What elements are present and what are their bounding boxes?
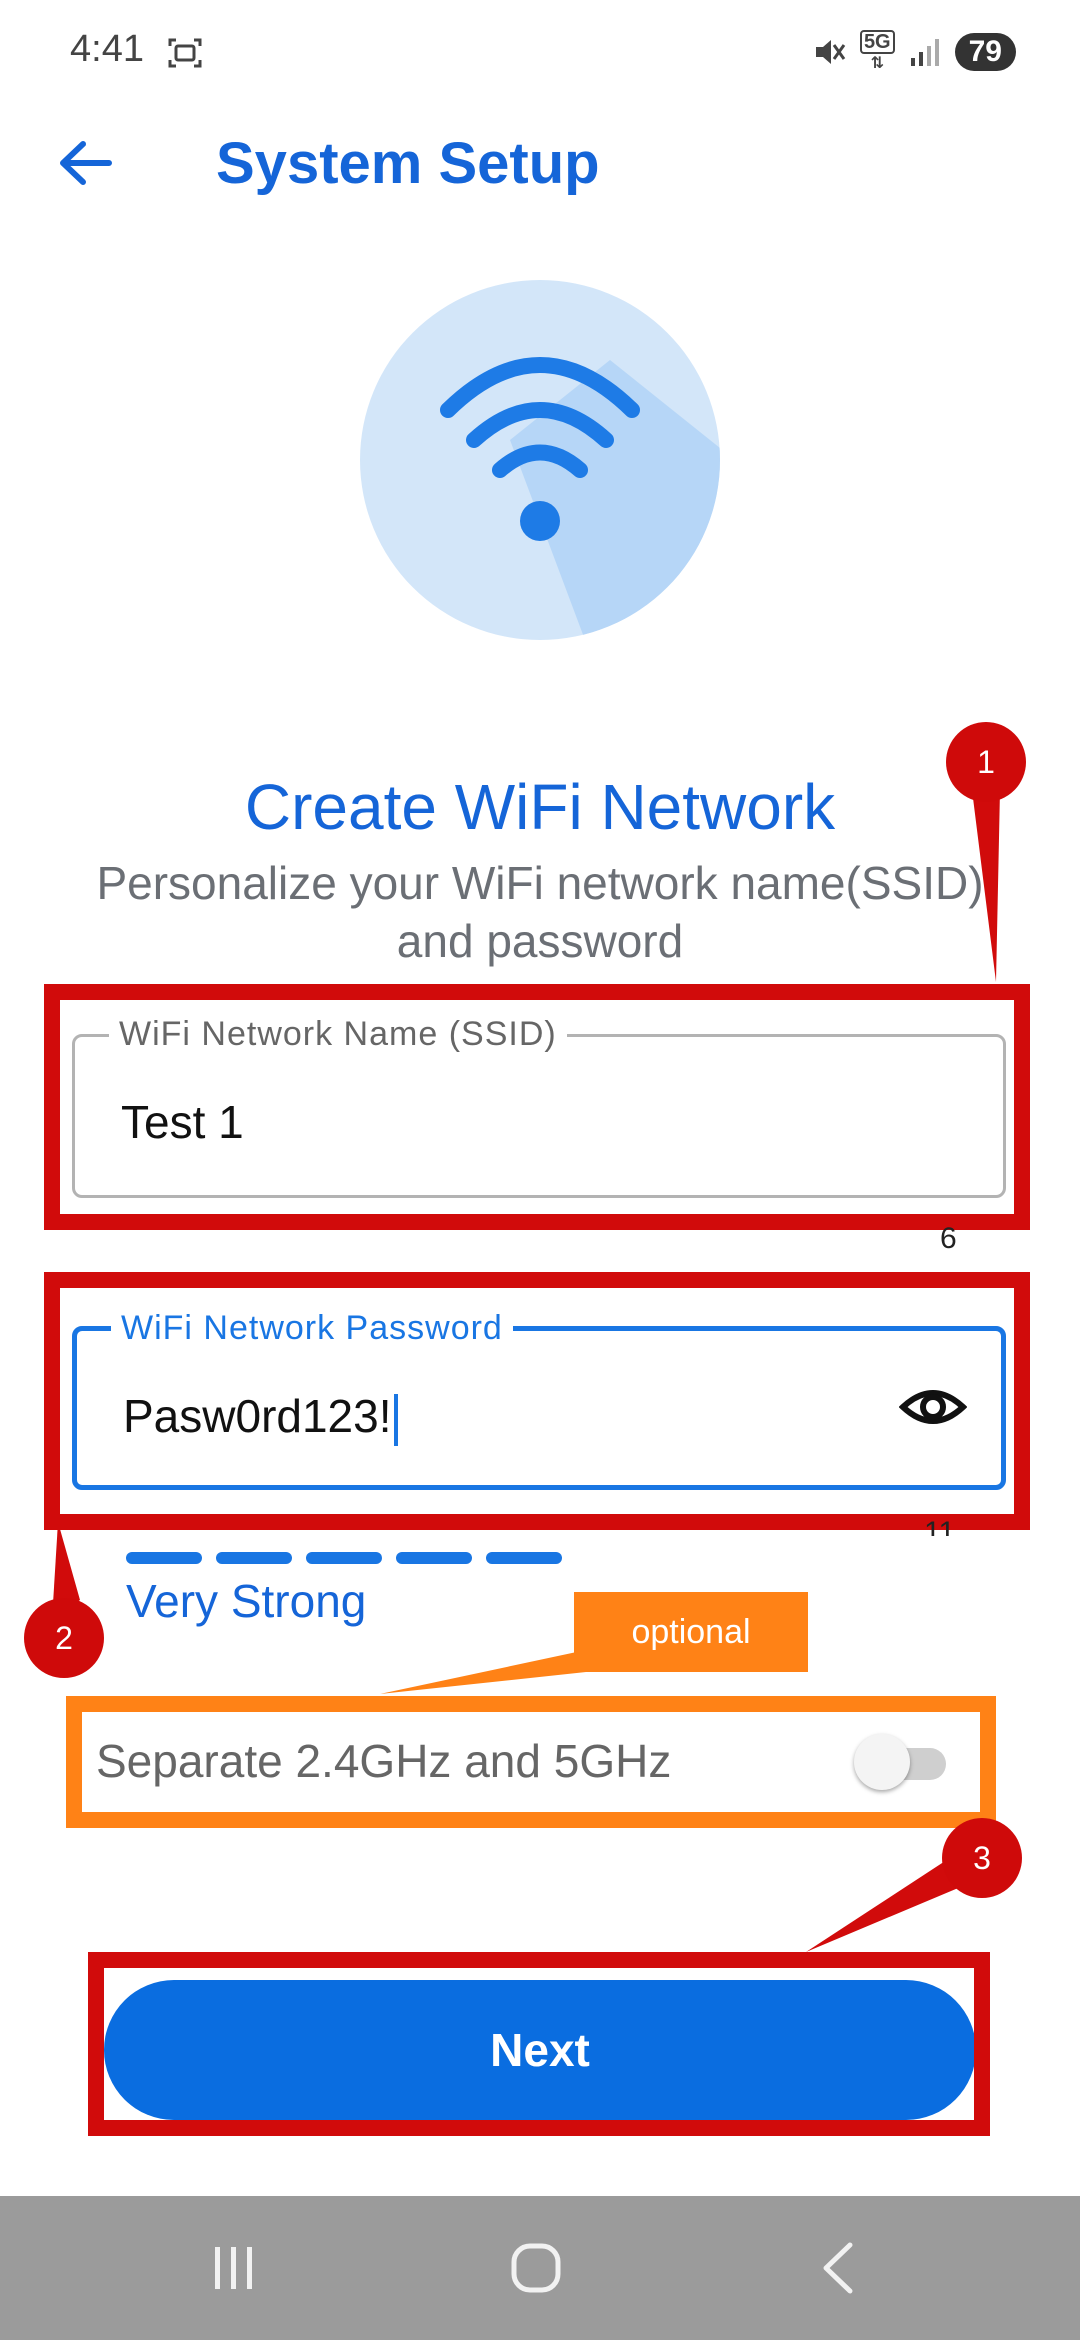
- home-button[interactable]: [476, 2226, 596, 2310]
- nav-back-button[interactable]: [778, 2226, 898, 2310]
- recent-apps-button[interactable]: [174, 2226, 294, 2310]
- annotation-badge: 1: [946, 722, 1026, 802]
- annotation-badge: 3: [942, 1818, 1022, 1898]
- stray-mark: 11: [924, 1516, 956, 1536]
- stray-mark: 6: [940, 1222, 957, 1255]
- annotation-badge: 2: [24, 1598, 104, 1678]
- home-icon: [511, 2243, 561, 2293]
- system-nav-bar: [0, 2196, 1080, 2340]
- annotation-toggle-box: [66, 1696, 996, 1828]
- annotation-next-box: [88, 1952, 990, 2136]
- annotation-ssid-box: [44, 984, 1030, 1230]
- back-icon: [823, 2242, 853, 2294]
- recent-apps-icon: [215, 2247, 252, 2289]
- annotation-password-box: [44, 1272, 1030, 1530]
- optional-tag: optional: [574, 1592, 808, 1672]
